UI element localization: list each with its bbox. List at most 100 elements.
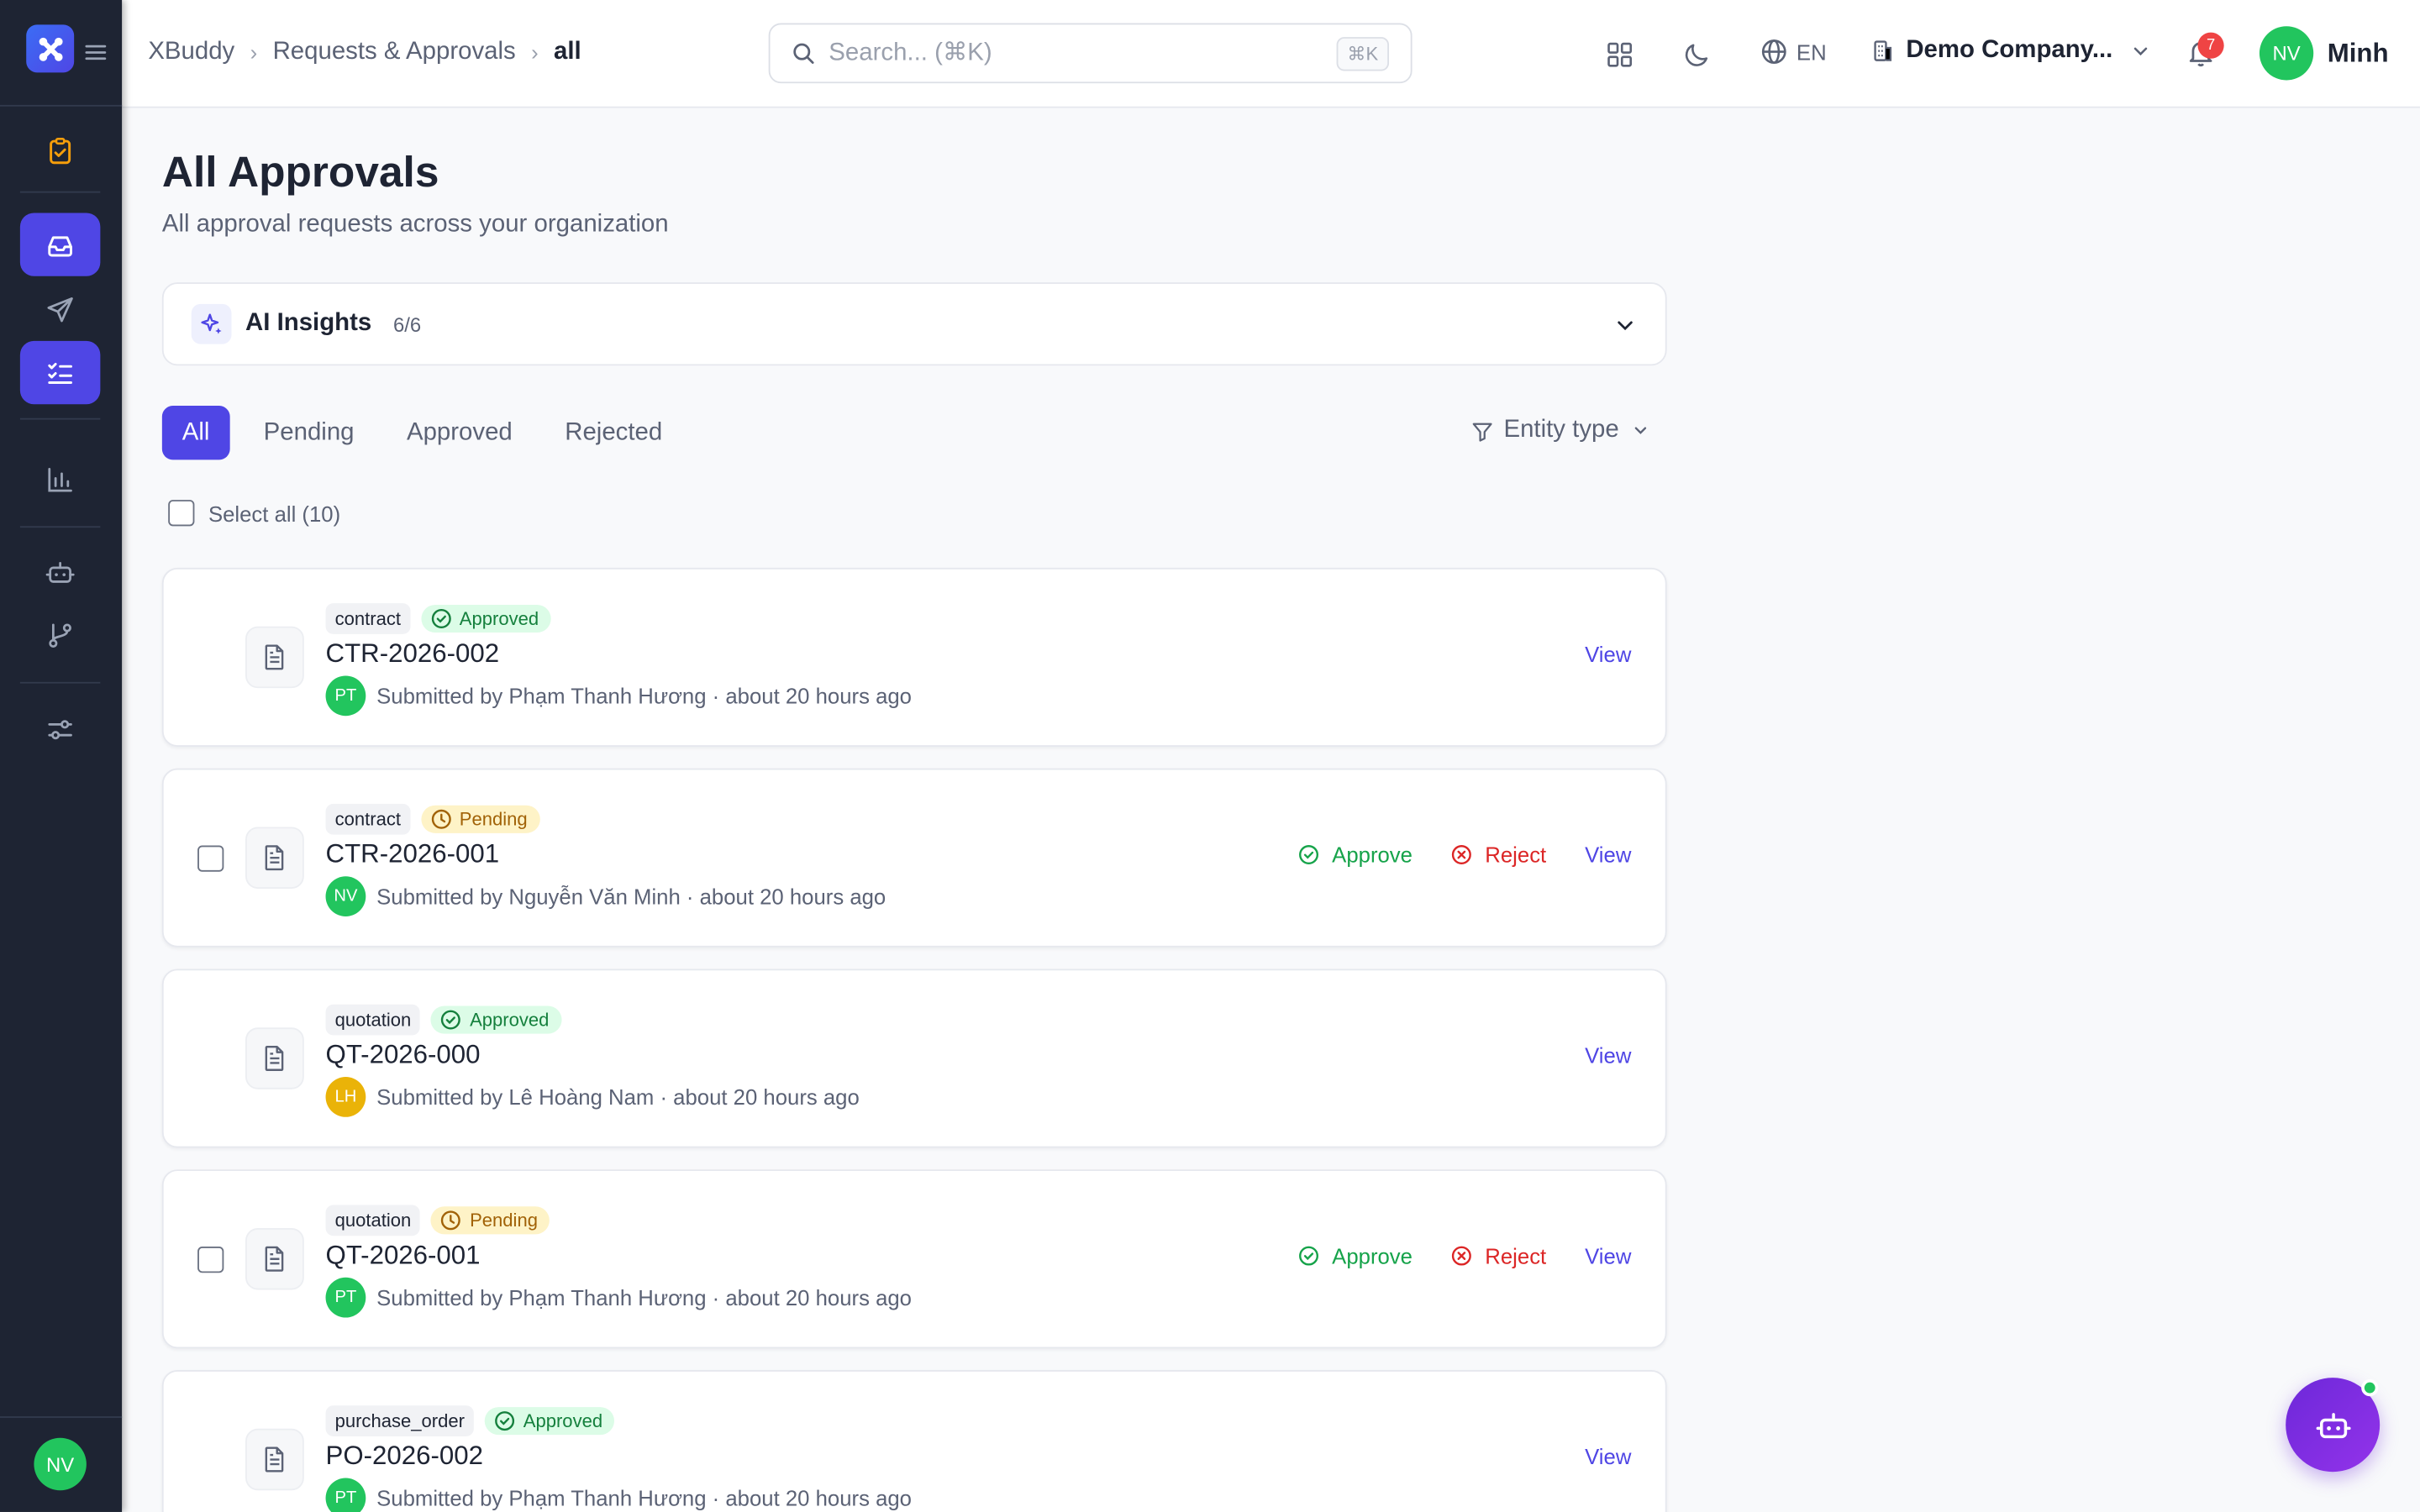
approval-card[interactable]: quotation Pending QT-2026-001 PT Submitted b… bbox=[161, 1169, 1667, 1349]
entity-type-tag: contract bbox=[325, 803, 410, 835]
check-circle-icon bbox=[495, 1411, 515, 1431]
submitter-info: LH Submitted by Lê Hoàng Nam · about 20 h… bbox=[325, 1077, 860, 1117]
company-name: Demo Company... bbox=[1906, 37, 2113, 64]
dark-mode-moon-icon[interactable] bbox=[1679, 37, 1712, 71]
card-body: quotation Pending QT-2026-001 PT Submitted b… bbox=[325, 1205, 912, 1318]
sidebar-user-avatar[interactable]: NV bbox=[34, 1437, 87, 1491]
sidebar: NV bbox=[0, 0, 123, 1512]
tab-rejected[interactable]: Rejected bbox=[539, 406, 688, 459]
clock-icon bbox=[431, 809, 451, 829]
tab-approved[interactable]: Approved bbox=[381, 406, 539, 459]
sidebar-divider bbox=[19, 417, 101, 420]
submitter-info: NV Submitted by Nguyễn Văn Minh · about 2… bbox=[325, 876, 886, 916]
sidebar-divider bbox=[19, 191, 101, 193]
submitter-avatar: PT bbox=[325, 1277, 366, 1318]
list-checks-icon bbox=[48, 362, 72, 384]
page-subtitle: All approval requests across your organi… bbox=[161, 211, 669, 238]
sidebar-divider bbox=[19, 681, 101, 684]
page-title: All Approvals bbox=[161, 148, 439, 197]
ai-insights-count: 6/6 bbox=[392, 312, 422, 336]
git-branch-icon bbox=[49, 622, 71, 648]
search-box[interactable]: ⌘K bbox=[768, 23, 1413, 84]
row-checkbox[interactable] bbox=[197, 1247, 224, 1273]
request-code[interactable]: CTR-2026-001 bbox=[326, 839, 886, 870]
company-switcher[interactable]: Demo Company... bbox=[1870, 37, 2151, 65]
chevron-down-icon[interactable] bbox=[1612, 313, 1637, 338]
view-button[interactable]: View bbox=[1585, 843, 1631, 867]
approval-card[interactable]: quotation Approved QT-2026-000 LH Submitted … bbox=[161, 969, 1667, 1148]
sidebar-item-tasks[interactable] bbox=[20, 118, 101, 181]
sidebar-item-reports[interactable] bbox=[20, 448, 101, 511]
chevron-right-icon: › bbox=[531, 39, 539, 66]
sidebar-item-workflows[interactable] bbox=[20, 603, 101, 666]
approval-card[interactable]: contract Pending CTR-2026-001 NV Submitted b… bbox=[161, 768, 1667, 948]
breadcrumb-item-section[interactable]: Requests & Approvals bbox=[273, 39, 516, 66]
row-checkbox[interactable] bbox=[197, 845, 224, 872]
status-badge: Approved bbox=[431, 1005, 562, 1034]
card-body: quotation Approved QT-2026-000 LH Submitted … bbox=[325, 1004, 860, 1117]
apps-grid-icon[interactable] bbox=[1602, 37, 1635, 71]
language-code: EN bbox=[1796, 39, 1827, 65]
submitter-avatar: LH bbox=[325, 1077, 366, 1117]
filter-icon bbox=[1473, 422, 1493, 441]
tab-all[interactable]: All bbox=[161, 406, 230, 460]
request-code[interactable]: QT-2026-000 bbox=[326, 1040, 860, 1071]
entity-type-tag: contract bbox=[325, 603, 410, 634]
user-avatar: NV bbox=[2259, 26, 2314, 81]
ai-insights-panel[interactable]: AI Insights 6/6 bbox=[161, 282, 1667, 366]
xbuddy-logo-icon bbox=[38, 36, 62, 60]
entity-type-filter[interactable]: Entity type bbox=[1471, 417, 1650, 444]
send-icon bbox=[47, 297, 73, 322]
sidebar-item-settings[interactable] bbox=[20, 697, 101, 760]
document-icon bbox=[265, 1046, 284, 1071]
view-button[interactable]: View bbox=[1585, 642, 1631, 666]
card-body: purchase_order Approved PO-2026-002 PT Submi… bbox=[325, 1405, 912, 1512]
request-code[interactable]: PO-2026-002 bbox=[326, 1441, 912, 1472]
submitted-by-text: Submitted by Nguyễn Văn Minh · about 20 … bbox=[376, 884, 886, 909]
menu-toggle-icon[interactable] bbox=[83, 40, 108, 65]
document-icon bbox=[265, 845, 284, 871]
search-shortcut-hint: ⌘K bbox=[1336, 37, 1390, 71]
bot-icon bbox=[45, 561, 75, 582]
entity-type-tag: quotation bbox=[325, 1004, 421, 1036]
reject-button[interactable]: Reject bbox=[1451, 843, 1546, 867]
submitter-avatar: PT bbox=[325, 1478, 366, 1512]
clock-icon bbox=[441, 1210, 461, 1231]
language-switcher[interactable]: EN bbox=[1760, 37, 1827, 66]
select-all-checkbox[interactable] bbox=[168, 500, 195, 527]
status-badge: Pending bbox=[431, 1206, 550, 1235]
sidebar-item-approvals[interactable] bbox=[19, 340, 101, 405]
approval-card[interactable]: contract Approved CTR-2026-002 PT Submitted … bbox=[161, 567, 1667, 747]
online-status-dot bbox=[2361, 1379, 2379, 1397]
submitter-avatar: NV bbox=[325, 876, 366, 916]
select-all[interactable]: Select all (10) bbox=[168, 500, 340, 527]
app-logo[interactable] bbox=[26, 24, 75, 73]
sidebar-item-bots[interactable] bbox=[20, 540, 101, 603]
breadcrumb-item-home[interactable]: XBuddy bbox=[148, 39, 234, 66]
approve-button[interactable]: Approve bbox=[1298, 1243, 1413, 1268]
chevron-right-icon: › bbox=[250, 39, 258, 66]
card-body: contract Approved CTR-2026-002 PT Submitted … bbox=[325, 603, 912, 717]
bar-chart-icon bbox=[48, 467, 72, 491]
tab-pending[interactable]: Pending bbox=[237, 406, 380, 459]
document-icon bbox=[245, 626, 304, 689]
check-circle-icon bbox=[1299, 845, 1319, 865]
view-button[interactable]: View bbox=[1585, 1043, 1631, 1068]
sidebar-item-sent[interactable] bbox=[20, 278, 101, 341]
search-input[interactable] bbox=[829, 39, 1323, 67]
view-button[interactable]: View bbox=[1585, 1243, 1631, 1268]
chevron-down-icon bbox=[1634, 427, 1647, 434]
status-badge: Pending bbox=[420, 805, 540, 833]
view-button[interactable]: View bbox=[1585, 1444, 1631, 1468]
approve-button[interactable]: Approve bbox=[1298, 843, 1413, 867]
request-code[interactable]: QT-2026-001 bbox=[326, 1241, 912, 1272]
status-label: Approved bbox=[470, 1009, 550, 1031]
entity-type-filter-label: Entity type bbox=[1503, 416, 1619, 444]
status-label: Pending bbox=[470, 1209, 538, 1231]
reject-button[interactable]: Reject bbox=[1451, 1243, 1546, 1268]
user-menu[interactable]: NV Minh bbox=[2259, 26, 2389, 81]
sidebar-item-inbox[interactable] bbox=[19, 213, 101, 276]
entity-type-tag: purchase_order bbox=[325, 1405, 474, 1436]
approval-card[interactable]: purchase_order Approved PO-2026-002 PT Submi… bbox=[161, 1369, 1667, 1512]
request-code[interactable]: CTR-2026-002 bbox=[326, 638, 912, 669]
